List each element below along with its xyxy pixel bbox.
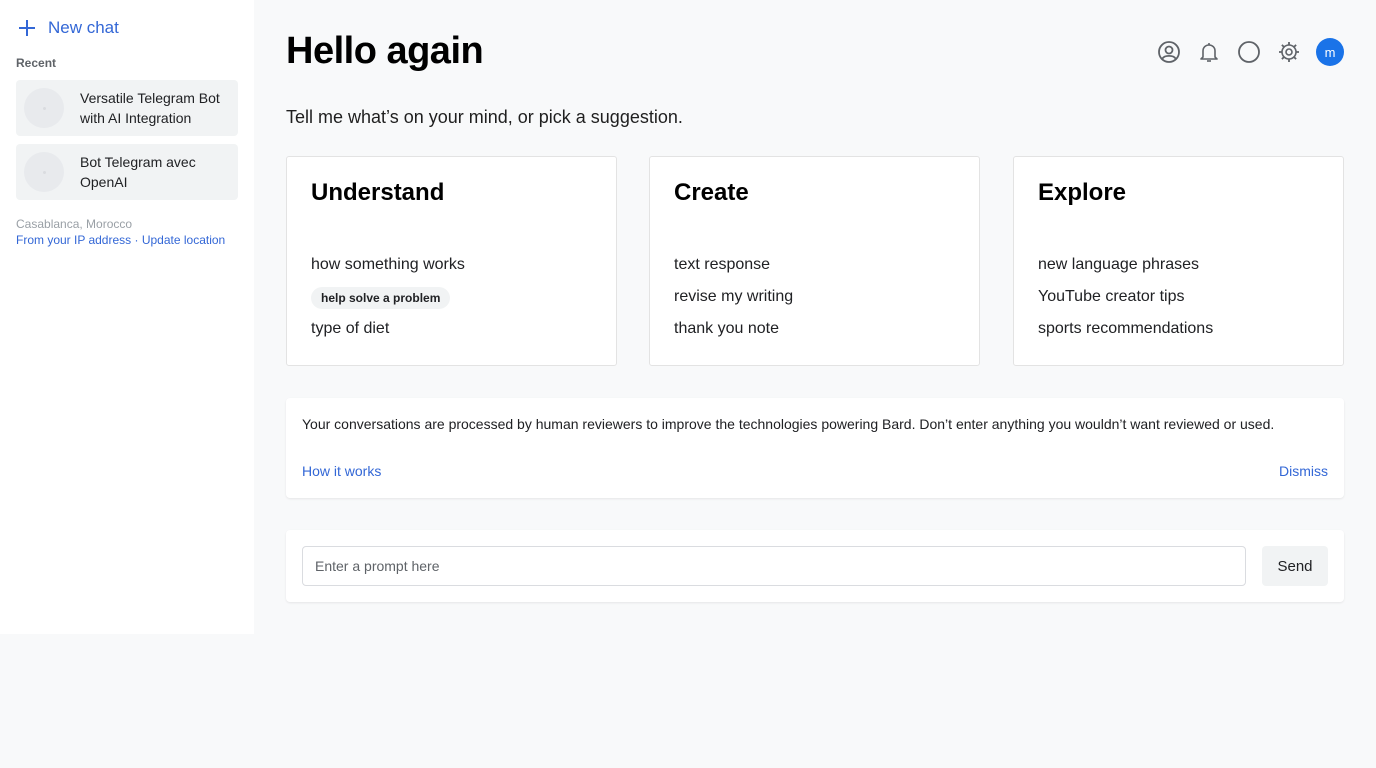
chat-thumbnail bbox=[24, 88, 64, 128]
page-subtitle: Tell me what’s on your mind, or pick a s… bbox=[286, 107, 683, 127]
new-chat-label: New chat bbox=[48, 18, 119, 37]
update-location-link[interactable]: Update location bbox=[142, 233, 225, 247]
ip-address-link[interactable]: From your IP address bbox=[16, 233, 131, 247]
chat-title: Bot Telegram avec OpenAI bbox=[80, 154, 196, 190]
suggestion-item[interactable]: new language phrases bbox=[1038, 253, 1213, 285]
prompt-input[interactable] bbox=[302, 546, 1246, 586]
new-chat-button[interactable]: New chat bbox=[16, 16, 119, 40]
location-info: Casablanca, Morocco From your IP address… bbox=[16, 216, 225, 248]
account-icon[interactable] bbox=[1156, 39, 1182, 65]
location-separator: · bbox=[131, 233, 142, 247]
suggestion-item[interactable]: type of diet bbox=[311, 317, 465, 349]
gear-icon[interactable] bbox=[1276, 39, 1302, 65]
suggestion-item[interactable]: thank you note bbox=[674, 317, 793, 349]
privacy-notice: Your conversations are processed by huma… bbox=[286, 398, 1344, 498]
suggestion-item[interactable]: sports recommendations bbox=[1038, 317, 1213, 349]
user-avatar[interactable]: m bbox=[1316, 38, 1344, 66]
suggestion-item[interactable]: how something works bbox=[311, 253, 465, 285]
chat-thumbnail bbox=[24, 152, 64, 192]
recent-chat-item[interactable]: Versatile Telegram Bot with AI Integrati… bbox=[16, 80, 238, 136]
card-title: Create bbox=[674, 179, 749, 206]
card-understand: Understand how something works help solv… bbox=[286, 156, 617, 366]
top-toolbar: m bbox=[1156, 38, 1344, 66]
card-create: Create text response revise my writing t… bbox=[649, 156, 980, 366]
chat-title: Versatile Telegram Bot with AI Integrati… bbox=[80, 90, 220, 126]
recent-heading: Recent bbox=[16, 56, 57, 70]
dismiss-button[interactable]: Dismiss bbox=[1279, 463, 1328, 479]
recent-chat-item[interactable]: Bot Telegram avec OpenAI bbox=[16, 144, 238, 200]
card-title: Explore bbox=[1038, 179, 1127, 206]
location-city: Casablanca, Morocco bbox=[16, 217, 133, 231]
card-title: Understand bbox=[311, 179, 445, 206]
circle-icon[interactable] bbox=[1236, 39, 1262, 65]
sidebar: New chat Recent Versatile Telegram Bot w… bbox=[0, 0, 254, 634]
how-it-works-link[interactable]: How it works bbox=[302, 463, 381, 479]
notice-message: Your conversations are processed by huma… bbox=[302, 416, 1275, 432]
page-title: Hello again bbox=[286, 30, 484, 72]
send-button[interactable]: Send bbox=[1262, 546, 1328, 586]
card-explore: Explore new language phrases YouTube cre… bbox=[1013, 156, 1344, 366]
suggestion-item[interactable]: YouTube creator tips bbox=[1038, 285, 1213, 317]
suggestion-chip[interactable]: help solve a problem bbox=[311, 287, 451, 309]
plus-icon bbox=[19, 20, 35, 36]
bell-icon[interactable] bbox=[1196, 39, 1222, 65]
suggestion-item[interactable]: revise my writing bbox=[674, 285, 793, 317]
app-root: New chat Recent Versatile Telegram Bot w… bbox=[0, 0, 1376, 768]
prompt-bar: Send bbox=[286, 530, 1344, 602]
suggestion-item[interactable]: text response bbox=[674, 253, 793, 285]
